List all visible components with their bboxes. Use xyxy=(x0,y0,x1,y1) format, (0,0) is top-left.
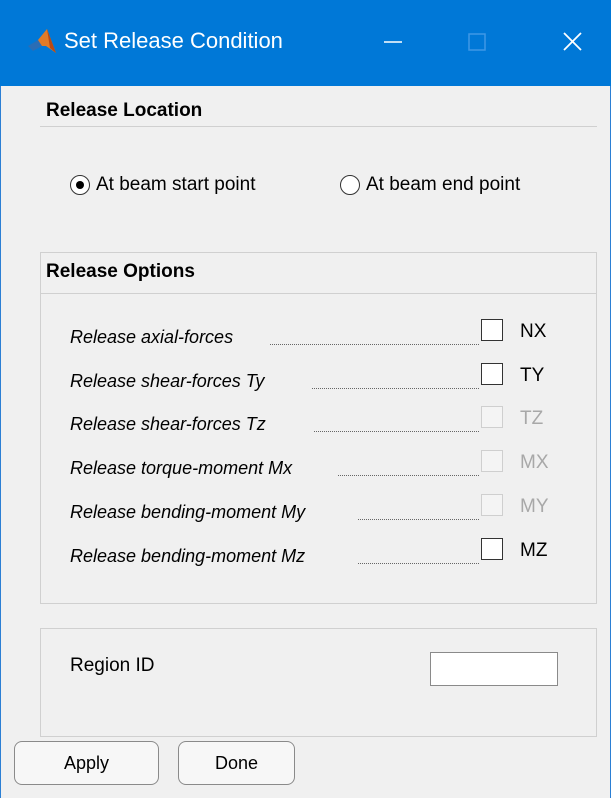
option-label-tz: Release shear-forces Tz xyxy=(70,414,266,434)
title-bar: Set Release Condition xyxy=(0,0,611,86)
leader-dots xyxy=(314,413,479,432)
option-label-mz: Release bending-moment Mz xyxy=(70,546,306,566)
matlab-logo-icon xyxy=(26,26,58,58)
release-options-heading: Release Options xyxy=(46,261,195,282)
close-icon[interactable] xyxy=(549,20,595,64)
checkbox-label-ty: TY xyxy=(520,365,545,386)
checkbox-mx[interactable] xyxy=(481,450,503,472)
leader-dots xyxy=(270,326,479,345)
checkbox-tz[interactable] xyxy=(481,406,503,428)
radio-indicator[interactable] xyxy=(340,175,360,195)
apply-button[interactable]: Apply xyxy=(14,741,159,785)
option-label-my: Release bending-moment My xyxy=(70,502,306,522)
release-location-heading: Release Location xyxy=(46,100,203,121)
option-label-nx: Release axial-forces xyxy=(70,327,234,347)
window-title: Set Release Condition xyxy=(64,28,283,53)
leader-dots xyxy=(358,545,479,564)
leader-dots xyxy=(338,457,479,476)
checkbox-label-my: MY xyxy=(520,496,549,517)
done-button[interactable]: Done xyxy=(178,741,295,785)
checkbox-nx[interactable] xyxy=(481,319,503,341)
radio-indicator[interactable] xyxy=(70,175,90,195)
leader-dots xyxy=(358,501,479,520)
checkbox-my[interactable] xyxy=(481,494,503,516)
radio-start-label: At beam start point xyxy=(96,174,256,195)
radio-end-point[interactable]: At beam end point xyxy=(340,174,520,196)
section-divider xyxy=(40,126,597,127)
option-label-ty: Release shear-forces Ty xyxy=(70,371,265,391)
region-id-label: Region ID xyxy=(70,655,155,676)
section-divider xyxy=(40,293,597,294)
checkbox-label-mz: MZ xyxy=(520,540,548,561)
option-label-mx: Release torque-moment Mx xyxy=(70,458,293,478)
leader-dots xyxy=(312,370,479,389)
maximize-icon xyxy=(454,20,500,64)
checkbox-label-tz: TZ xyxy=(520,408,544,429)
radio-end-label: At beam end point xyxy=(366,174,521,195)
checkbox-mz[interactable] xyxy=(481,538,503,560)
radio-start-point[interactable]: At beam start point xyxy=(70,174,255,196)
minimize-icon[interactable] xyxy=(370,20,416,64)
region-id-input[interactable] xyxy=(430,652,558,686)
checkbox-label-nx: NX xyxy=(520,321,547,342)
checkbox-label-mx: MX xyxy=(520,452,549,473)
checkbox-ty[interactable] xyxy=(481,363,503,385)
